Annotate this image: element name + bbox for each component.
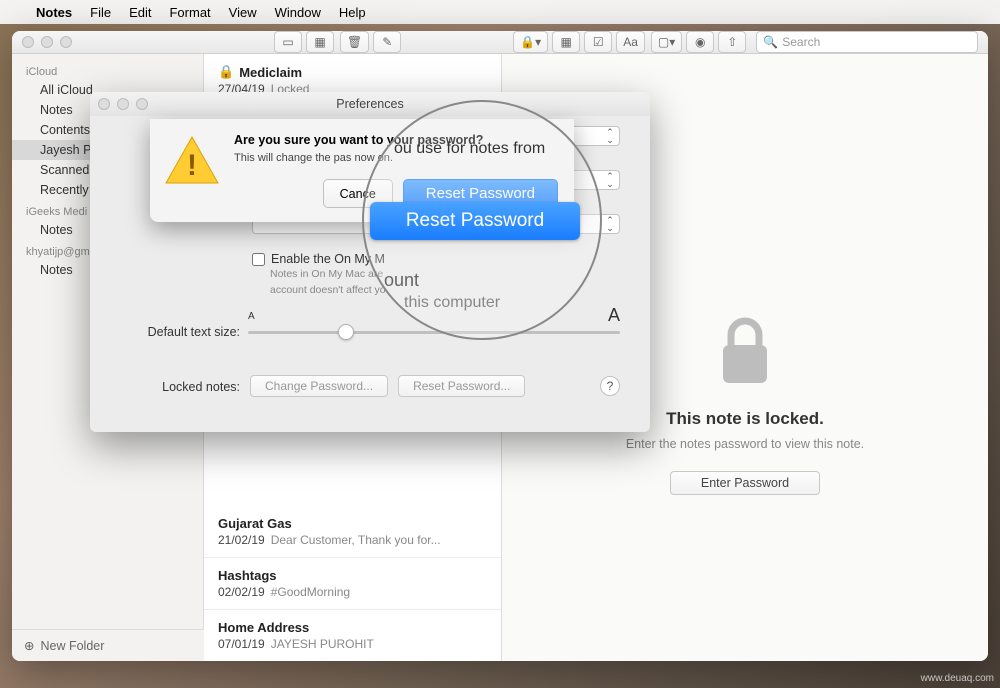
window-titlebar: ▭ ▦ 🗑 ✎ 🔒▾ ▦ ☑ Aa ▢▾ ◉ ⇧ 🔍 Search: [12, 31, 988, 54]
enable-on-my-mac-checkbox[interactable]: [252, 253, 265, 266]
share-button[interactable]: ⇧: [718, 31, 746, 53]
svg-text:!: !: [187, 149, 197, 182]
locked-title: This note is locked.: [666, 409, 824, 429]
lock-icon: 🔒: [218, 64, 234, 80]
confirm-reset-button[interactable]: Reset Password: [403, 179, 558, 208]
text-size-slider[interactable]: A A: [248, 317, 620, 347]
note-list-item[interactable]: Gujarat Gas 21/02/19Dear Customer, Thank…: [204, 506, 501, 558]
compose-button[interactable]: ✎: [373, 31, 401, 53]
menu-edit[interactable]: Edit: [129, 5, 151, 20]
change-password-button[interactable]: Change Password...: [250, 375, 388, 397]
text-size-label: Default text size:: [120, 325, 240, 339]
cancel-button[interactable]: Cance: [323, 179, 393, 208]
minimize-window-button[interactable]: [41, 36, 53, 48]
collaborate-button[interactable]: ◉: [686, 31, 714, 53]
zoom-prefs-button[interactable]: [136, 98, 148, 110]
menu-view[interactable]: View: [229, 5, 257, 20]
preferences-titlebar: Preferences: [90, 92, 650, 116]
enter-password-button[interactable]: Enter Password: [670, 471, 820, 495]
help-button[interactable]: ?: [600, 376, 620, 396]
note-list-item[interactable]: Home Address 07/01/19JAYESH PUROHIT: [204, 610, 501, 661]
lock-button[interactable]: 🔒▾: [513, 31, 548, 53]
table-button[interactable]: ▦: [552, 31, 580, 53]
alert-title: Are you sure you want to your password?: [234, 133, 558, 147]
alert-text: This will change the pas now on.: [234, 151, 558, 165]
slider-knob[interactable]: [338, 324, 354, 340]
note-list-item[interactable]: Hashtags 02/02/19#GoodMorning: [204, 558, 501, 610]
zoom-window-button[interactable]: [60, 36, 72, 48]
app-name[interactable]: Notes: [36, 5, 72, 20]
menu-help[interactable]: Help: [339, 5, 366, 20]
lock-large-icon: [713, 311, 777, 391]
menu-window[interactable]: Window: [275, 5, 321, 20]
warning-icon: !: [164, 133, 220, 189]
window-controls: [22, 36, 72, 48]
delete-button[interactable]: 🗑: [340, 31, 369, 53]
locked-subtitle: Enter the notes password to view this no…: [626, 437, 864, 451]
menu-file[interactable]: File: [90, 5, 111, 20]
menu-bar: Notes File Edit Format View Window Help: [0, 0, 1000, 24]
sidebar-section-icloud: iCloud: [12, 60, 203, 80]
media-button[interactable]: ▢▾: [651, 31, 682, 53]
new-folder-button[interactable]: ⊕ New Folder: [12, 629, 204, 661]
plus-icon: ⊕: [24, 638, 34, 653]
checklist-button[interactable]: ☑: [584, 31, 612, 53]
grid-view-button[interactable]: ▦: [306, 31, 334, 53]
locked-notes-label: Locked notes:: [120, 378, 240, 394]
format-button[interactable]: Aa: [616, 31, 645, 53]
minimize-prefs-button[interactable]: [117, 98, 129, 110]
close-window-button[interactable]: [22, 36, 34, 48]
reset-password-button[interactable]: Reset Password...: [398, 375, 525, 397]
search-field[interactable]: 🔍 Search: [756, 31, 978, 53]
watermark: www.deuaq.com: [921, 673, 994, 684]
list-view-button[interactable]: ▭: [274, 31, 302, 53]
close-prefs-button[interactable]: [98, 98, 110, 110]
search-placeholder: Search: [782, 35, 820, 49]
confirm-reset-sheet: ! Are you sure you want to your password…: [150, 119, 574, 222]
menu-format[interactable]: Format: [169, 5, 210, 20]
search-icon: 🔍: [763, 35, 778, 49]
